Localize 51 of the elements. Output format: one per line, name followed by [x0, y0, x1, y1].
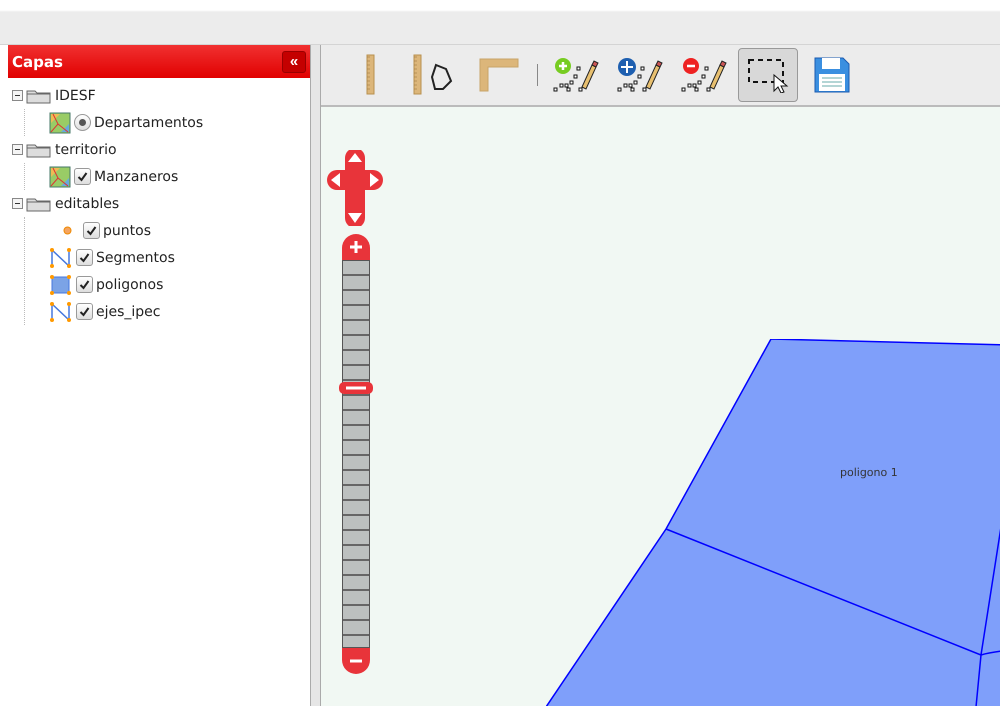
point-icon — [63, 226, 72, 235]
zoom-slider[interactable] — [342, 260, 370, 648]
tool-button[interactable] — [738, 48, 798, 102]
pan-control[interactable] — [327, 150, 383, 226]
zoom-out-button[interactable] — [342, 648, 370, 674]
zoom-slider-handle[interactable] — [339, 382, 373, 394]
checkbox[interactable] — [83, 222, 100, 239]
angle-ruler-icon — [479, 58, 519, 92]
move-point-pencil-icon — [616, 57, 664, 93]
collapse-button[interactable]: « — [282, 50, 306, 72]
group-label[interactable]: IDESF — [55, 88, 96, 104]
folder-icon — [26, 88, 52, 104]
collapse-icon[interactable] — [12, 90, 23, 101]
ruler-icon — [366, 54, 376, 96]
line-icon — [49, 300, 73, 322]
feature-label: poligono 1 — [840, 466, 898, 479]
group-label[interactable]: territorio — [55, 142, 117, 158]
save-icon — [814, 57, 850, 93]
checkmark-icon — [79, 252, 90, 263]
checkbox[interactable] — [76, 276, 93, 293]
minus-icon — [349, 659, 363, 663]
collapse-icon[interactable] — [12, 198, 23, 209]
layer-label[interactable]: Departamentos — [94, 114, 204, 130]
map[interactable]: poligono 1 — [321, 107, 1000, 706]
layer-label[interactable]: puntos — [103, 222, 151, 238]
checkbox[interactable] — [74, 168, 91, 185]
folder-icon — [26, 142, 52, 158]
layer-label[interactable]: ejes_ipec — [96, 304, 160, 320]
panel-title: Capas — [12, 52, 63, 70]
checkmark-icon — [79, 279, 90, 290]
checkmark-icon — [79, 306, 90, 317]
map-layer-icon — [49, 166, 71, 188]
zoom-in-button[interactable] — [342, 234, 370, 260]
group-label[interactable]: editables — [55, 196, 120, 212]
layer-label[interactable]: poligonos — [96, 276, 164, 292]
collapse-icon[interactable] — [12, 144, 23, 155]
checkmark-icon — [86, 225, 97, 236]
layer-label[interactable]: Segmentos — [96, 250, 175, 266]
checkmark-icon — [77, 171, 88, 182]
map-layer-icon — [49, 112, 71, 134]
add-point-pencil-icon — [552, 57, 600, 93]
checkbox[interactable] — [76, 303, 93, 320]
remove-point-pencil-icon — [680, 57, 728, 93]
line-icon — [49, 246, 73, 268]
plus-icon — [349, 240, 363, 254]
polygon-icon — [49, 274, 73, 296]
folder-icon — [26, 196, 52, 212]
checkbox[interactable] — [76, 249, 93, 266]
layer-label[interactable]: Manzaneros — [94, 168, 178, 184]
box-select-icon — [746, 57, 790, 93]
radio-button[interactable] — [74, 114, 91, 131]
